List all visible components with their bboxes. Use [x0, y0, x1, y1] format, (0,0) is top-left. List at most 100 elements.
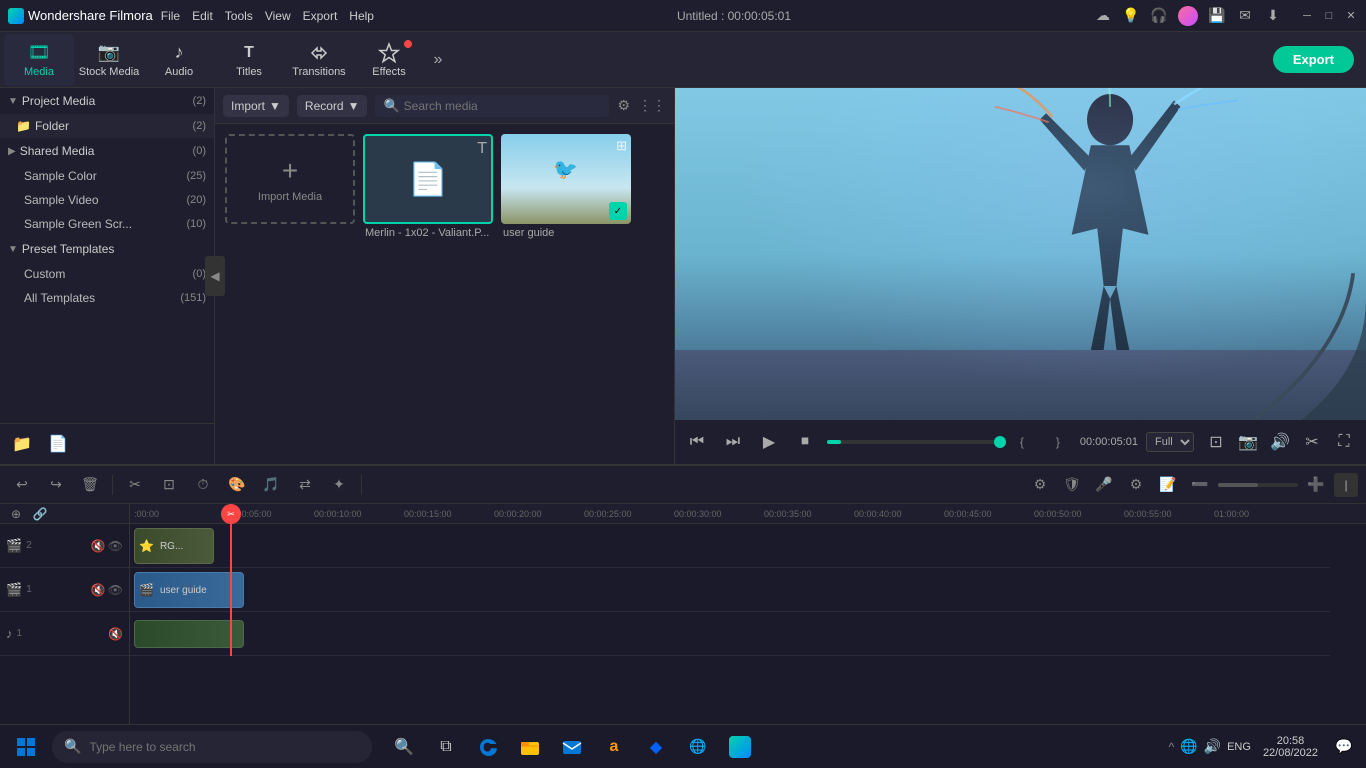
download-icon[interactable]: ⬇	[1264, 7, 1282, 25]
minimize-button[interactable]: ─	[1300, 9, 1314, 23]
volume-button[interactable]: 🔊	[1266, 428, 1294, 456]
speed-button[interactable]: ⏱	[189, 471, 217, 499]
progress-handle[interactable]	[994, 436, 1006, 448]
clip-rg[interactable]: ⭐ RG...	[134, 528, 214, 564]
sample-color-item[interactable]: Sample Color (25)	[0, 164, 214, 188]
taskbar-search-input[interactable]	[89, 740, 360, 754]
fit-preview-button[interactable]: ⊡	[1202, 428, 1230, 456]
taskbar-amazon[interactable]: a	[594, 727, 634, 767]
audio-btn[interactable]: 🎵	[257, 471, 285, 499]
notification-button[interactable]: 💬	[1330, 733, 1358, 761]
bulb-icon[interactable]: 💡	[1122, 7, 1140, 25]
redo-button[interactable]: ↪	[42, 471, 70, 499]
close-button[interactable]: ✕	[1344, 9, 1358, 23]
maximize-button[interactable]: □	[1322, 9, 1336, 23]
clip-audio[interactable]	[134, 620, 244, 648]
fullscreen-button[interactable]: ⛶	[1330, 428, 1358, 456]
filter-icon[interactable]: ⚙	[617, 97, 630, 114]
menu-edit[interactable]: Edit	[192, 9, 213, 23]
audio1-mute-icon[interactable]: 🔇	[108, 627, 123, 641]
volume-icon[interactable]: 🔊	[1204, 738, 1221, 755]
play-button[interactable]: ▶	[755, 428, 783, 456]
taskbar-edge[interactable]	[468, 727, 508, 767]
toolbar-media[interactable]: 🎞 Media	[4, 34, 74, 86]
undo-button[interactable]: ↩	[8, 471, 36, 499]
track2-hide-icon[interactable]: 👁	[108, 539, 123, 553]
taskbar-filmora[interactable]	[720, 727, 760, 767]
new-file-button[interactable]: 📄	[44, 430, 72, 458]
step-back-button[interactable]: ⏮	[683, 428, 711, 456]
network-icon[interactable]: 🌐	[1180, 738, 1197, 755]
toolbar-effects[interactable]: Effects	[354, 34, 424, 86]
zoom-in-icon[interactable]: ➕	[1302, 471, 1330, 499]
settings-icon[interactable]: ⚙	[1026, 471, 1054, 499]
start-button[interactable]	[4, 729, 48, 765]
taskbar-browser2[interactable]: 🌐	[678, 727, 718, 767]
taskbar-search-app[interactable]: 🔍	[384, 727, 424, 767]
search-input[interactable]	[404, 99, 602, 113]
link-button[interactable]: 🔗	[30, 504, 50, 524]
caption-icon[interactable]: 📝	[1154, 471, 1182, 499]
zoom-reset-icon[interactable]: |	[1334, 473, 1358, 497]
add-track-button[interactable]: ⊕	[6, 504, 26, 524]
sample-video-item[interactable]: Sample Video (20)	[0, 188, 214, 212]
sample-green-item[interactable]: Sample Green Scr... (10)	[0, 212, 214, 236]
menu-help[interactable]: Help	[349, 9, 374, 23]
taskbar-mail[interactable]	[552, 727, 592, 767]
toolbar-stock-media[interactable]: 📷 Stock Media	[74, 34, 144, 86]
taskbar-search-box[interactable]: 🔍	[52, 731, 372, 763]
zoom-out-icon[interactable]: ➖	[1186, 471, 1214, 499]
collapse-panel-button[interactable]: ◀	[205, 256, 225, 296]
quality-select[interactable]: Full 1/2 1/4	[1146, 432, 1194, 452]
progress-bar[interactable]	[827, 440, 1000, 444]
timeline-tracks[interactable]: :00:00 00:00:05:00 00:00:10:00 00:00:15:…	[130, 504, 1366, 724]
import-media-item[interactable]: + Import Media	[225, 134, 355, 224]
custom-item[interactable]: Custom (0)	[0, 262, 214, 286]
mic-icon[interactable]: 🎤	[1090, 471, 1118, 499]
headphone-icon[interactable]: 🎧	[1150, 7, 1168, 25]
system-clock[interactable]: 20:58 22/08/2022	[1255, 735, 1326, 759]
taskbar-task-view[interactable]: ⧉	[426, 727, 466, 767]
tray-expand-icon[interactable]: ^	[1169, 740, 1175, 754]
export-button[interactable]: Export	[1273, 46, 1354, 73]
import-button[interactable]: Import ▼	[223, 95, 289, 117]
screenshot-button[interactable]: 📷	[1234, 428, 1262, 456]
toolbar-audio[interactable]: ♪ Audio	[144, 34, 214, 86]
step-forward-button[interactable]: ⏭	[719, 428, 747, 456]
taskbar-explorer[interactable]	[510, 727, 550, 767]
delete-button[interactable]: 🗑	[76, 471, 104, 499]
color-button[interactable]: 🎨	[223, 471, 251, 499]
merlin-media-item[interactable]: 📄 T Merlin - 1x02 - Valiant.P...	[363, 134, 493, 239]
crop-button[interactable]: ⊡	[155, 471, 183, 499]
track1-hide-icon[interactable]: 👁	[108, 583, 123, 597]
all-templates-item[interactable]: All Templates (151)	[0, 286, 214, 310]
track2-mute-icon[interactable]: 🔇	[91, 539, 106, 553]
new-folder-button[interactable]: 📁	[8, 430, 36, 458]
folder-item[interactable]: 📁 Folder (2)	[0, 114, 214, 138]
toolbar-transitions[interactable]: Transitions	[284, 34, 354, 86]
shared-media-header[interactable]: ▶ Shared Media (0)	[0, 138, 214, 164]
toolbar-titles[interactable]: T Titles	[214, 34, 284, 86]
playhead-handle[interactable]: ✂	[221, 504, 241, 524]
user-guide-media-item[interactable]: 🐦 ⊞ ✓ user guide	[501, 134, 631, 239]
preset-templates-header[interactable]: ▼ Preset Templates	[0, 236, 214, 262]
taskbar-dropbox[interactable]: ◆	[636, 727, 676, 767]
shield-icon[interactable]: 🛡	[1058, 471, 1086, 499]
clip-user-guide[interactable]: 🎬 user guide	[134, 572, 244, 608]
menu-view[interactable]: View	[265, 9, 291, 23]
track1-mute-icon[interactable]: 🔇	[91, 583, 106, 597]
transition-tl-btn[interactable]: ⇄	[291, 471, 319, 499]
stop-button[interactable]: ⏹	[791, 428, 819, 456]
menu-tools[interactable]: Tools	[225, 9, 253, 23]
record-button[interactable]: Record ▼	[297, 95, 368, 117]
project-media-header[interactable]: ▼ Project Media (2)	[0, 88, 214, 114]
cloud-icon[interactable]: ☁	[1094, 7, 1112, 25]
adjust-icon[interactable]: ⚙	[1122, 471, 1150, 499]
menu-file[interactable]: File	[161, 9, 180, 23]
grid-view-icon[interactable]: ⋮⋮	[638, 97, 666, 114]
zoom-slider[interactable]	[1218, 483, 1298, 487]
cut-button[interactable]: ✂	[121, 471, 149, 499]
save-icon[interactable]: 💾	[1208, 7, 1226, 25]
toolbar-more-button[interactable]: »	[424, 46, 452, 74]
mail-icon[interactable]: ✉	[1236, 7, 1254, 25]
